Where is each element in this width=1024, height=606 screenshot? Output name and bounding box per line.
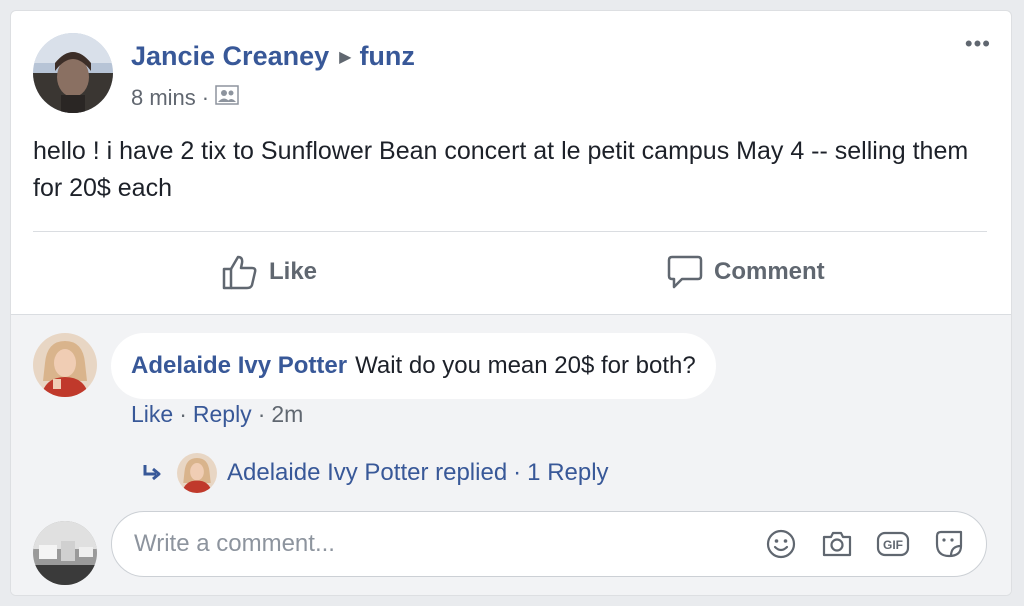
comment-button[interactable]: Comment (666, 254, 825, 290)
thumbs-up-icon (222, 255, 257, 290)
comment-input[interactable] (134, 512, 734, 576)
commenter-avatar[interactable] (33, 333, 97, 397)
camera-icon[interactable] (820, 527, 854, 561)
comment-composer: GIF (111, 511, 987, 577)
group-icon[interactable] (215, 85, 239, 111)
comment-actions: Like · Reply · 2m (131, 401, 303, 428)
separator: · (179, 401, 187, 427)
sticker-icon[interactable] (932, 527, 966, 561)
more-options-icon[interactable]: ••• (965, 33, 991, 55)
post-text: hello ! i have 2 tix to Sunflower Bean c… (33, 137, 969, 202)
replies-text: Adelaide Ivy Potter replied (227, 459, 508, 486)
reply-avatar (177, 453, 217, 493)
current-user-avatar (33, 521, 97, 585)
reply-arrow-icon (143, 465, 161, 481)
comment-like-link[interactable]: Like (131, 401, 173, 428)
post-time[interactable]: 8 mins (131, 85, 196, 111)
commenter-name[interactable]: Adelaide Ivy Potter (131, 352, 347, 380)
post-meta: 8 mins · (131, 85, 239, 111)
comment-reply-link[interactable]: Reply (193, 401, 252, 428)
replies-link[interactable]: Adelaide Ivy Potter replied · 1 Reply (141, 453, 609, 493)
post-card: Jancie Creaney ▶ funz 8 mins · ••• hello… (10, 10, 1012, 596)
like-label: Like (269, 258, 318, 285)
separator: · (257, 401, 266, 427)
like-button[interactable]: Like (221, 254, 317, 290)
comment-bubble: Adelaide Ivy Potter Wait do you mean 20$… (111, 333, 716, 399)
group-name[interactable]: funz (359, 41, 414, 72)
post-header: Jancie Creaney ▶ funz 8 mins · ••• hello… (11, 11, 1011, 202)
comment-time[interactable]: 2m (271, 401, 303, 428)
separator: · (513, 459, 522, 486)
author-line: Jancie Creaney ▶ funz (131, 41, 415, 72)
meta-separator: · (201, 85, 210, 110)
emoji-icon[interactable] (764, 527, 798, 561)
comments-section: Adelaide Ivy Potter Wait do you mean 20$… (11, 314, 1011, 595)
author-avatar[interactable] (33, 33, 113, 113)
gif-icon[interactable]: GIF (876, 527, 910, 561)
replies-count: 1 Reply (527, 459, 609, 486)
composer-tools: GIF (764, 527, 966, 561)
comment-bubble-icon (667, 255, 703, 289)
comment-label: Comment (714, 258, 825, 285)
svg-text:GIF: GIF (883, 538, 903, 552)
comment-text: Wait do you mean 20$ for both? (355, 352, 696, 379)
author-name[interactable]: Jancie Creaney (131, 41, 329, 72)
post-actions: Like Comment (11, 232, 1011, 314)
triangle-right-icon: ▶ (339, 48, 352, 66)
